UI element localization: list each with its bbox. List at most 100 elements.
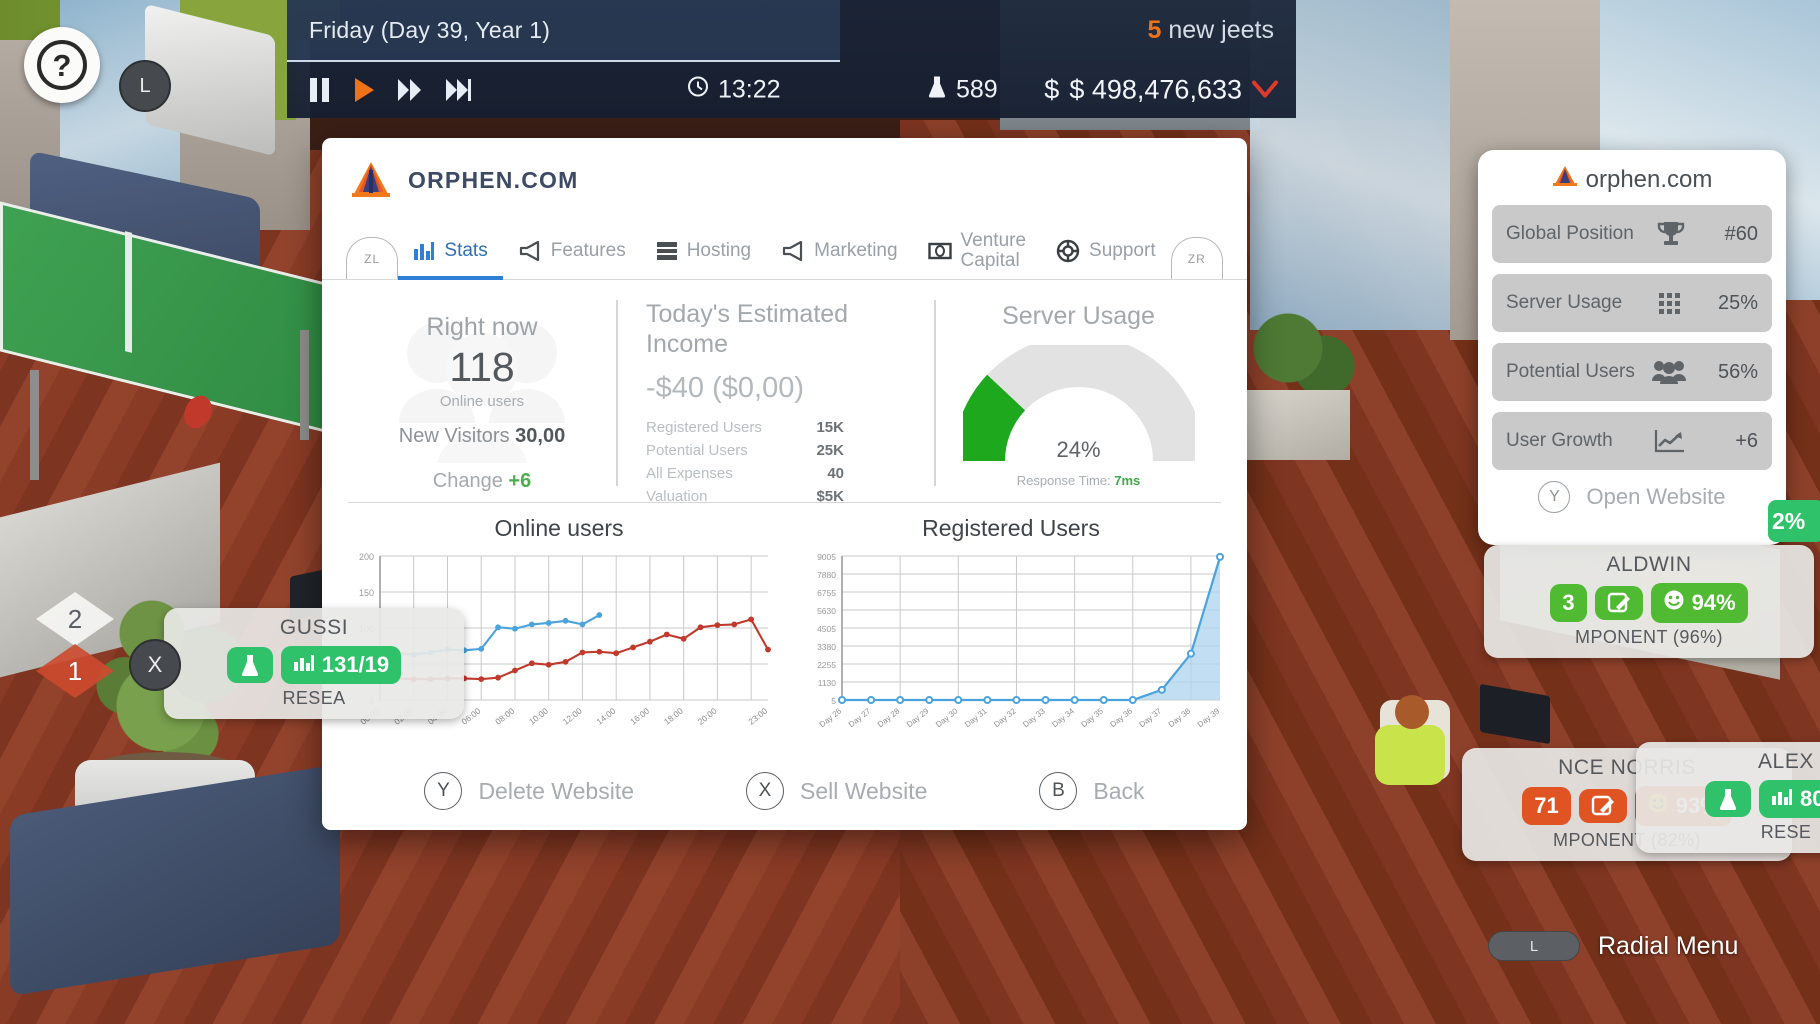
jeets-count: 5 [1147, 16, 1162, 44]
tab-venture-capital[interactable]: Venture Capital [913, 223, 1042, 279]
employee-mood-pill: 94% [1650, 583, 1748, 623]
income-row: Registered Users 15K [646, 419, 844, 436]
right-now-card: Right now 118 Online users New Visitors … [348, 294, 616, 492]
svg-text:Day 36: Day 36 [1108, 706, 1134, 729]
employee-body [1375, 725, 1445, 785]
right-now-value: 118 [449, 343, 515, 390]
card-row-global-position[interactable]: Global Position #60 [1492, 205, 1772, 263]
radial-menu-hint[interactable]: L Radial Menu [1474, 918, 1820, 974]
income-breakdown-table: Registered Users 15K Potential Users 25K… [646, 419, 844, 505]
income-row-value: $5K [816, 488, 844, 505]
research-progress-value: 131/19 [321, 652, 390, 677]
bumper-zr[interactable]: ZR [1170, 237, 1223, 279]
employee-name: ALDWIN [1606, 553, 1692, 576]
back-button[interactable]: B Back [1039, 772, 1145, 810]
income-row-key: All Expenses [646, 465, 733, 482]
income-row-key: Registered Users [646, 419, 762, 436]
button-key-y: Y [424, 772, 463, 810]
right-now-sub: Online users [439, 392, 525, 410]
research-progress-pill: 80/15 [1758, 780, 1820, 818]
svg-text:Day 34: Day 34 [1050, 706, 1076, 729]
smiley-icon [1663, 589, 1685, 617]
card-row-potential-users[interactable]: Potential Users 56% [1492, 343, 1772, 401]
svg-text:5: 5 [831, 696, 836, 706]
stats-summary-row: Right now 118 Online users New Visitors … [322, 280, 1247, 505]
card-row-server-usage[interactable]: Server Usage 25% [1492, 274, 1772, 332]
svg-text:Day 33: Day 33 [1021, 706, 1047, 729]
open-website-label: Open Website [1586, 484, 1726, 509]
sell-website-button[interactable]: X Sell Website [745, 772, 927, 810]
game-clock: 13:22 [687, 76, 781, 105]
play-icon[interactable] [353, 77, 375, 103]
tab-venture-capital-label: Venture Capital [960, 230, 1027, 271]
panel-footer-actions: Y Delete Website X Sell Website B Back [322, 752, 1247, 830]
registered-users-chart-title: Registered Users [922, 515, 1100, 541]
hud-controls-row: 13:22 589 $ $ 498,476,633 [287, 62, 1296, 118]
employee-pills: 3 94% [1498, 583, 1800, 623]
transport-controls [287, 77, 473, 103]
income-row-key: Valuation [646, 488, 708, 505]
svg-text:9005: 9005 [817, 552, 836, 562]
card-row-label: Server Usage [1506, 291, 1623, 313]
employee-badge-gussi[interactable]: GUSSI 131/19 RESEA [164, 608, 464, 719]
tab-features[interactable]: Features [503, 223, 641, 279]
delete-website-button[interactable]: Y Delete Website [424, 772, 634, 810]
megaphone-icon [518, 240, 542, 262]
svg-text:150: 150 [359, 588, 374, 598]
employee-name: ALEX [1757, 750, 1815, 773]
pencil-note-icon [1578, 789, 1627, 823]
research-points: 589 [927, 75, 998, 106]
svg-text:3380: 3380 [817, 642, 836, 652]
research-value: 589 [956, 75, 998, 104]
svg-text:08:00: 08:00 [493, 706, 516, 727]
bumper-zl[interactable]: ZL [346, 237, 399, 279]
dollar-icon: $ [1044, 74, 1060, 105]
card-row-label: Global Position [1506, 222, 1634, 244]
people-group-icon [1652, 359, 1686, 385]
tab-stats[interactable]: Stats [398, 223, 504, 280]
flask-icon [226, 647, 273, 683]
pause-icon[interactable] [309, 77, 331, 103]
tab-support[interactable]: Support [1041, 223, 1171, 279]
jeets-notification[interactable]: 5 new jeets [1148, 16, 1274, 45]
card-row-value: #60 [1724, 222, 1758, 245]
ping-pong-leg [30, 370, 39, 480]
svg-text:23:00: 23:00 [746, 706, 769, 727]
lifebuoy-icon [1056, 239, 1080, 263]
bar-chart-icon [413, 241, 435, 261]
button-key-x: X [745, 772, 784, 810]
employee-badge-baldwin[interactable]: ALDWIN 3 94% MPONENT (96%) [1484, 545, 1814, 658]
money-display[interactable]: $ $ 498,476,633 [1044, 75, 1278, 106]
website-panel: ORPHEN.COM ZL Stats Features Hosting Mar… [322, 138, 1247, 830]
bar-chart-icon [293, 652, 315, 678]
svg-text:Day 28: Day 28 [876, 706, 902, 729]
research-progress-value: 80/15 [1799, 786, 1820, 811]
employee-pills: 131/19 [178, 646, 450, 684]
card-row-value: 25% [1717, 291, 1758, 314]
svg-text:12:00: 12:00 [561, 706, 584, 727]
skip-forward-icon[interactable] [445, 77, 473, 103]
fast-forward-icon[interactable] [397, 77, 423, 103]
clock-text: 13:22 [718, 75, 781, 104]
card-row-value: +6 [1735, 429, 1758, 452]
open-website-button[interactable]: Y Open Website [1492, 481, 1772, 513]
employee-badge-alex[interactable]: ALEX 80/15 RESE [1636, 742, 1820, 853]
l-button-hint[interactable]: L [119, 60, 171, 112]
response-time-value: 7ms [1114, 473, 1141, 488]
employee-task: MPONENT (96%) [1575, 627, 1723, 647]
website-summary-card: orphen.com Global Position #60 Server Us… [1478, 150, 1786, 545]
flask-icon [1704, 781, 1751, 817]
tab-marketing[interactable]: Marketing [766, 223, 912, 279]
tab-hosting[interactable]: Hosting [641, 223, 766, 279]
svg-text:1130: 1130 [818, 678, 837, 688]
tab-stats-label: Stats [444, 240, 488, 261]
new-visitors-label: New Visitors [398, 424, 510, 447]
online-users-chart-title: Online users [494, 515, 624, 541]
orphen-logo-icon [1552, 164, 1578, 195]
income-title: Today's Estimated Income [646, 300, 849, 358]
change-row: Change +6 [367, 470, 597, 493]
x-button-hint[interactable]: X [129, 639, 181, 691]
income-value: -$40 [646, 372, 705, 404]
help-button[interactable]: ? [24, 27, 100, 103]
card-row-user-growth[interactable]: User Growth +6 [1492, 412, 1772, 470]
